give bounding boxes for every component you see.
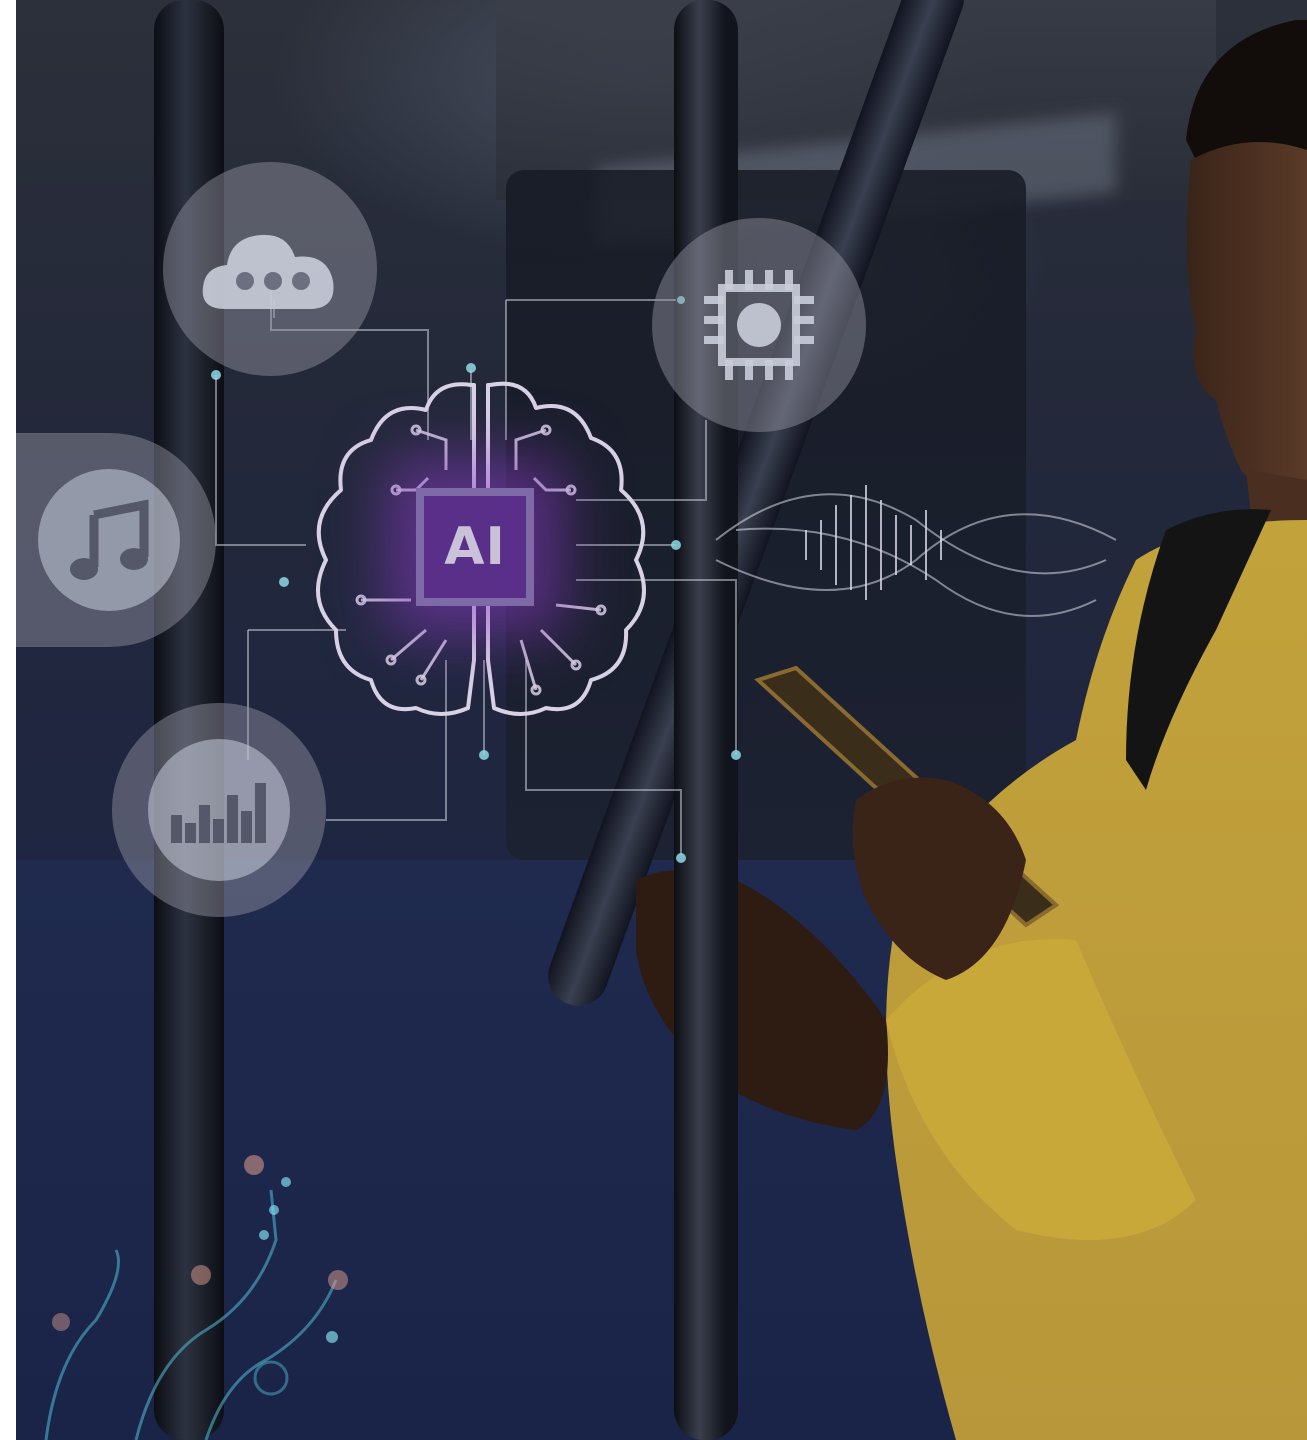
photo-scene: AI (16, 0, 1307, 1440)
ai-chip-label: AI (444, 517, 506, 577)
processor-bubble (652, 218, 866, 432)
decor-dots (52, 1155, 348, 1396)
equalizer-bubble (112, 703, 326, 917)
music-note-icon (70, 499, 149, 580)
cloud-chat-icon (202, 234, 334, 309)
processor-chip-icon (704, 270, 814, 380)
cloud-chat-bubble (163, 162, 377, 376)
ai-chip: AI (416, 488, 534, 606)
decor-circuit (44, 1189, 338, 1440)
sound-wave (715, 485, 1117, 617)
equalizer-icon (171, 783, 266, 843)
